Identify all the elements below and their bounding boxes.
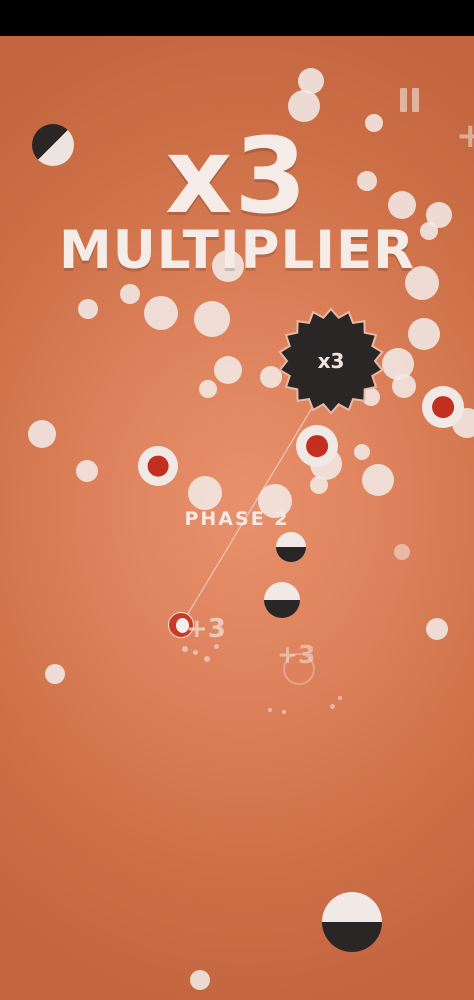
- floating-dot: [194, 301, 230, 337]
- red-target: [138, 446, 178, 486]
- status-bar: [0, 0, 474, 36]
- particle: [193, 650, 198, 655]
- particle: [182, 646, 188, 652]
- red-target: [422, 386, 464, 428]
- particle: [330, 704, 335, 709]
- particle: [338, 696, 342, 700]
- pause-icon: [412, 88, 419, 112]
- pause-icon: [400, 88, 407, 112]
- phase-label: PHASE 2: [184, 508, 290, 530]
- red-target: [296, 425, 338, 467]
- enemy-multiplier-label: x3: [317, 349, 345, 373]
- game-area[interactable]: x3 x3 MULTIPLIER PHASE 2 + +3 +3: [0, 36, 474, 1000]
- floating-dot: [214, 356, 242, 384]
- multiplier-value: x3: [165, 115, 309, 237]
- score-popup: +3: [277, 640, 316, 669]
- floating-dot: [78, 299, 98, 319]
- floating-dot: [362, 464, 394, 496]
- floating-dot: [408, 318, 440, 350]
- particle: [282, 710, 286, 714]
- floating-dot: [426, 618, 448, 640]
- floating-dot: [354, 444, 370, 460]
- floating-dot: [190, 970, 210, 990]
- floating-dot: [394, 544, 410, 560]
- pause-button[interactable]: [398, 88, 424, 114]
- floating-dot: [28, 420, 56, 448]
- half-dark-ball: [322, 892, 382, 952]
- particle: [268, 708, 272, 712]
- edge-plus-text: +: [456, 116, 474, 156]
- multiplier-label: MULTIPLIER: [58, 220, 415, 281]
- floating-dot: [45, 664, 65, 684]
- floating-dot: [392, 374, 416, 398]
- floating-dot: [120, 284, 140, 304]
- floating-dot: [144, 296, 178, 330]
- half-dark-ball: [276, 532, 306, 562]
- floating-dot: [188, 476, 222, 510]
- particle: [204, 656, 210, 662]
- floating-dot: [310, 476, 328, 494]
- score-popup: +3: [186, 614, 226, 644]
- floating-dot: [76, 460, 98, 482]
- floating-dot: [199, 380, 217, 398]
- particle: [214, 644, 219, 649]
- half-dark-ball: [264, 582, 300, 618]
